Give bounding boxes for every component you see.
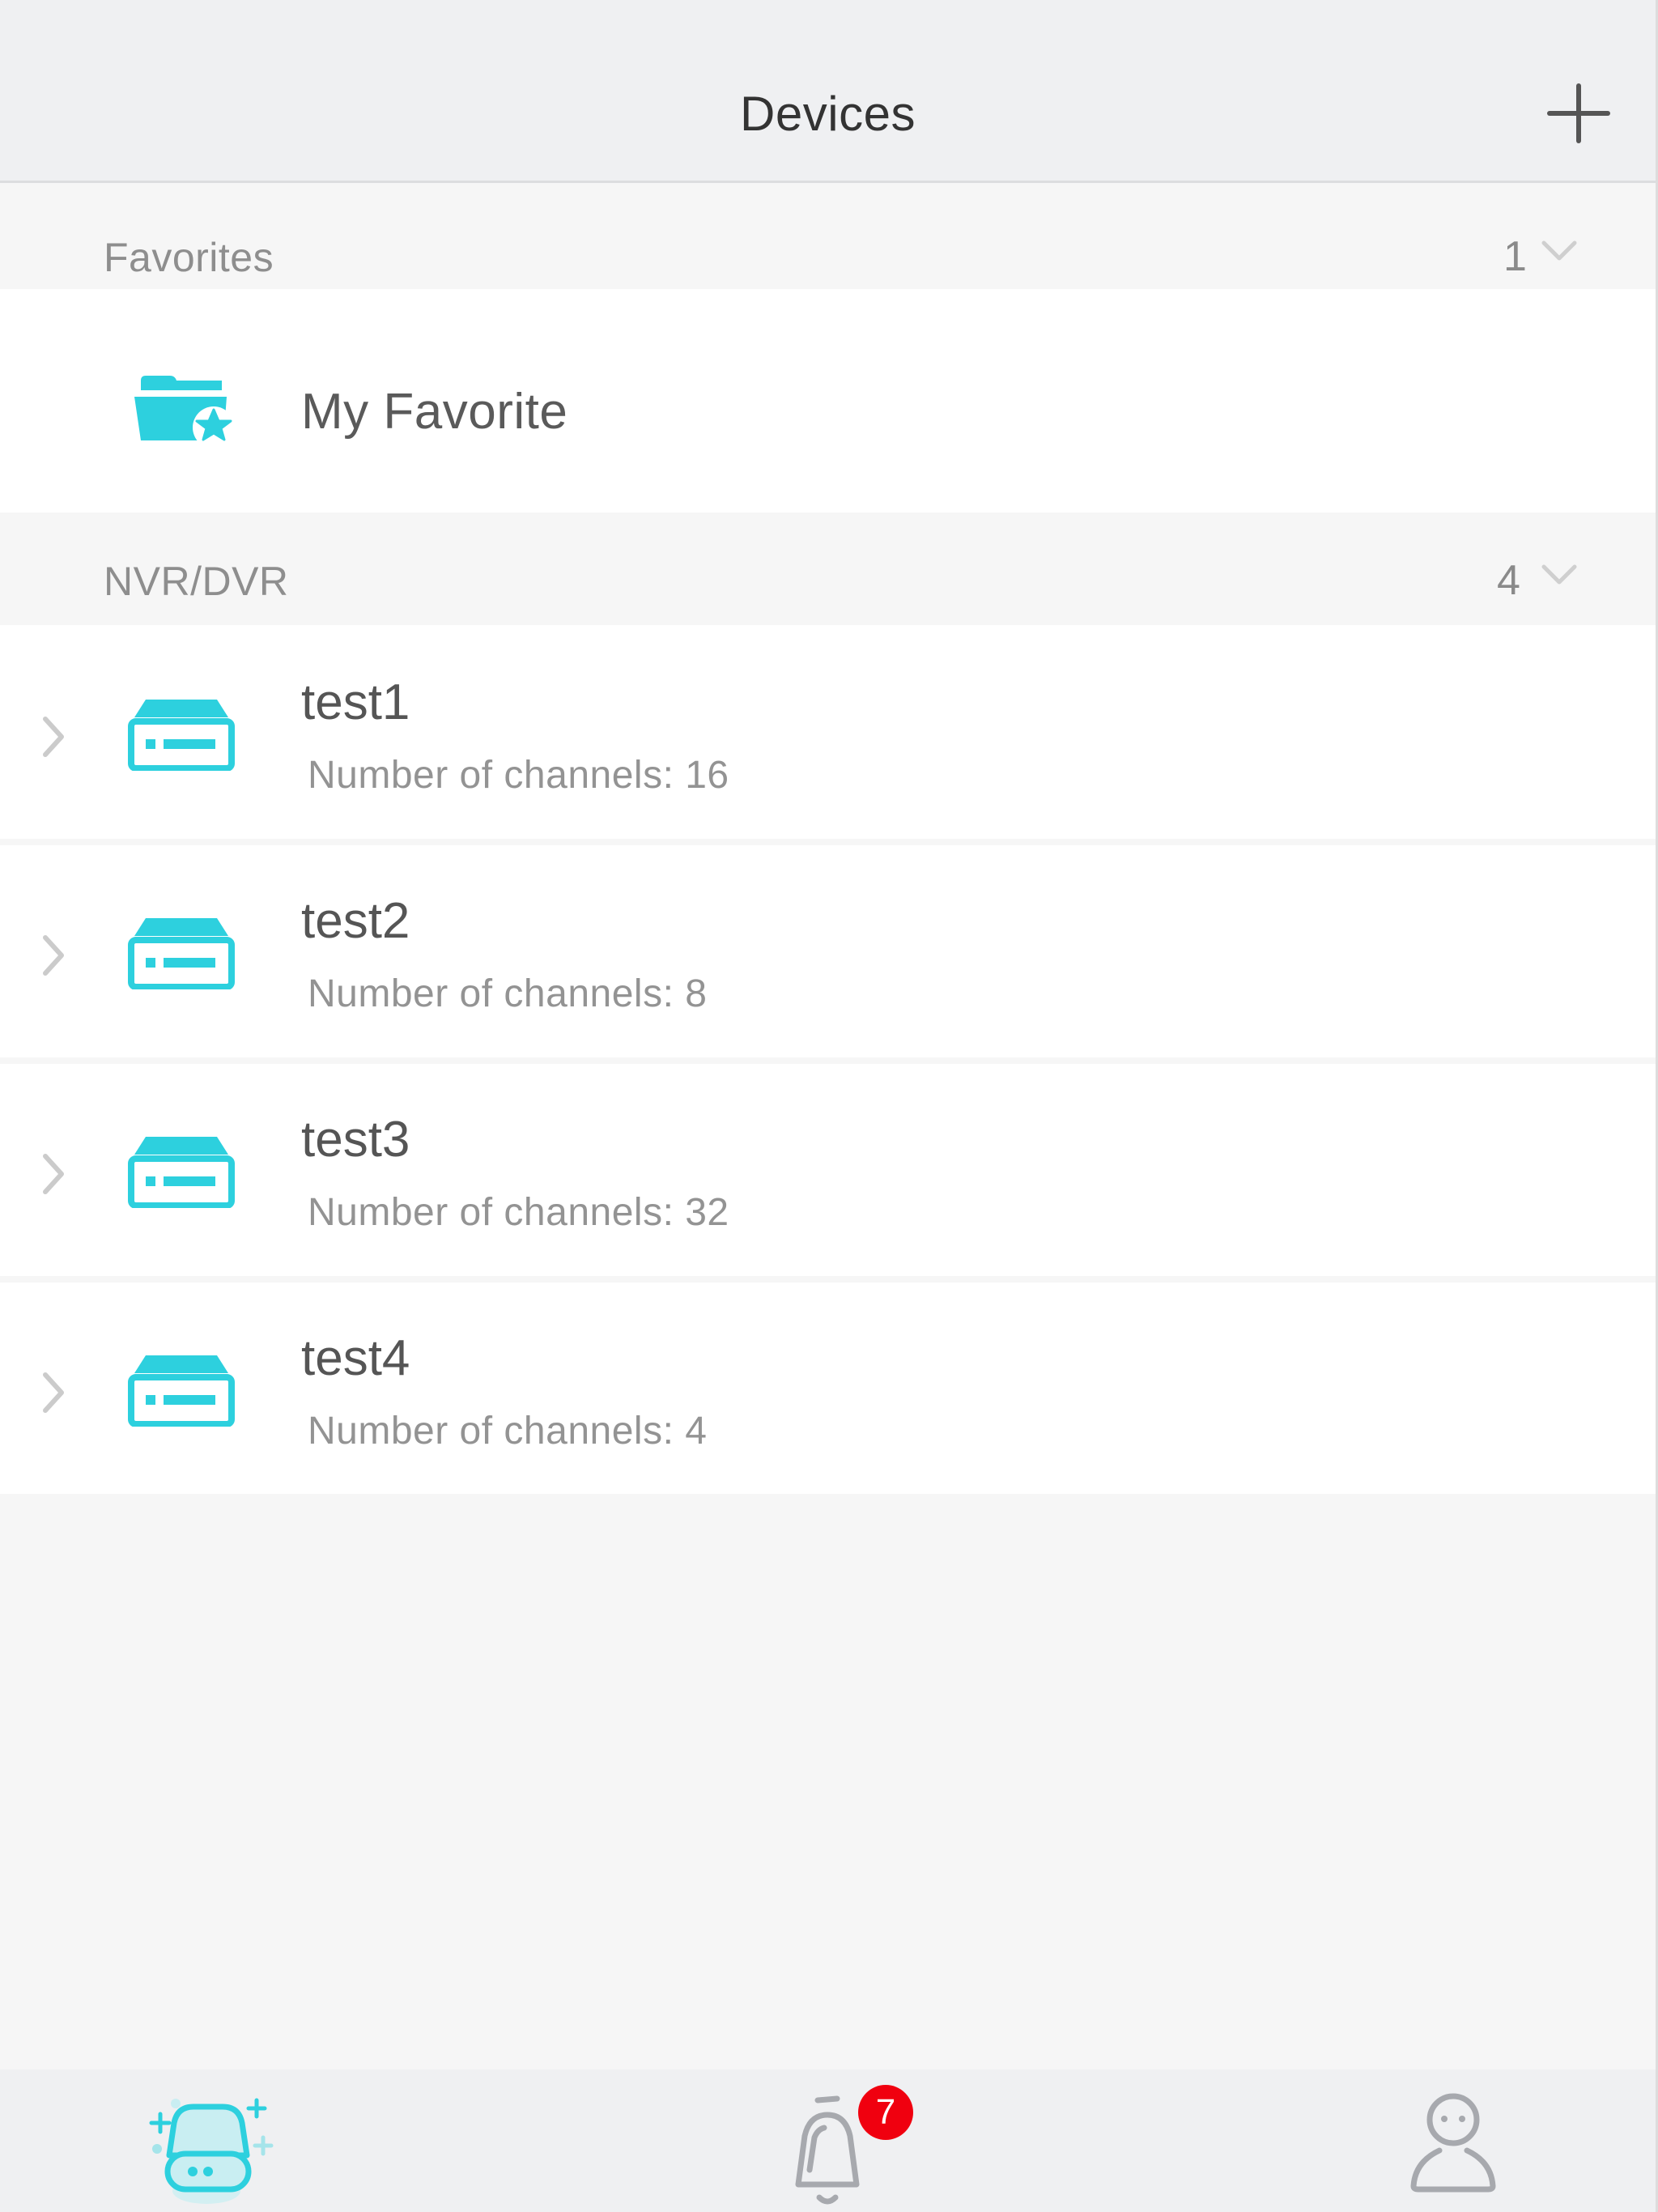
device-name: test4 — [301, 1330, 410, 1386]
tab-bar — [0, 2069, 1656, 2212]
favorite-folder-row[interactable]: My Favorite — [0, 289, 1656, 513]
nvr-count: 4 — [1497, 557, 1520, 604]
plus-icon — [1547, 83, 1610, 143]
nvr-section-header[interactable]: NVR/DVR 4 — [0, 513, 1656, 625]
nvr-device-icon — [128, 1355, 235, 1427]
user-icon — [1410, 2093, 1496, 2193]
device-channels: Number of channels: 8 — [308, 972, 708, 1015]
favorite-folder-label: My Favorite — [301, 384, 568, 440]
device-name: test1 — [301, 674, 410, 730]
chevron-right-icon[interactable] — [40, 714, 68, 759]
favorites-count: 1 — [1503, 233, 1527, 280]
device-name: test2 — [301, 893, 410, 949]
chevron-right-icon[interactable] — [40, 1370, 68, 1415]
device-row[interactable]: test4 Number of channels: 4 — [0, 1283, 1656, 1494]
chevron-down-icon[interactable] — [1541, 563, 1578, 587]
device-channels: Number of channels: 16 — [308, 754, 729, 797]
navigation-bar: Devices — [0, 0, 1656, 183]
bell-icon — [795, 2095, 860, 2205]
favorites-section-header[interactable]: Favorites 1 — [0, 185, 1656, 289]
device-row[interactable]: test3 Number of channels: 32 — [0, 1064, 1656, 1276]
nvr-device-icon — [128, 1137, 235, 1208]
tab-me[interactable] — [1104, 2069, 1656, 2212]
page-title: Devices — [740, 87, 916, 141]
alarm-count-badge: 7 — [858, 2085, 913, 2140]
chevron-down-icon[interactable] — [1541, 239, 1578, 263]
nvr-section-title: NVR/DVR — [104, 559, 289, 604]
add-device-button[interactable] — [1546, 81, 1611, 146]
favorites-section-title: Favorites — [104, 235, 274, 280]
device-row[interactable]: test1 Number of channels: 16 — [0, 625, 1656, 839]
device-tab-icon — [149, 2098, 274, 2204]
folder-star-icon — [134, 376, 235, 444]
device-channels: Number of channels: 4 — [308, 1410, 708, 1453]
nvr-device-icon — [128, 700, 235, 771]
tab-alarms[interactable] — [552, 2069, 1104, 2212]
device-name: test3 — [301, 1112, 410, 1168]
device-row[interactable]: test2 Number of channels: 8 — [0, 845, 1656, 1057]
chevron-right-icon[interactable] — [40, 1151, 68, 1197]
chevron-right-icon[interactable] — [40, 933, 68, 978]
device-channels: Number of channels: 32 — [308, 1191, 729, 1234]
tab-devices[interactable] — [0, 2069, 552, 2212]
nvr-device-icon — [128, 918, 235, 989]
